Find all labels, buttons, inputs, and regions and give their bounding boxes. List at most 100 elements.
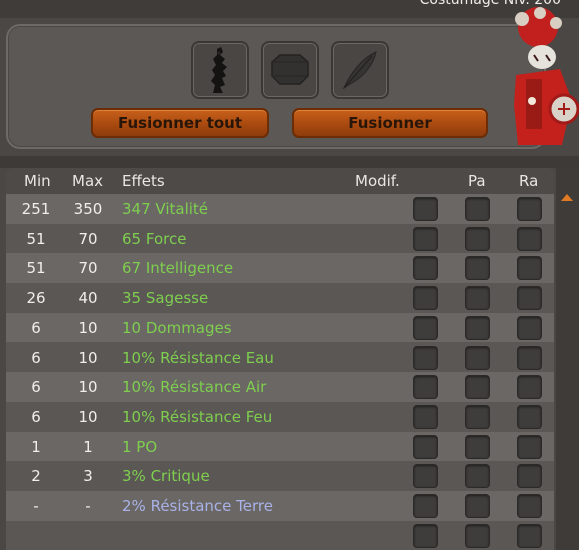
cell-max: 10	[78, 378, 98, 397]
rune-slot-1[interactable]	[191, 41, 249, 99]
modif-checkbox[interactable]	[413, 404, 438, 429]
ra-checkbox[interactable]	[517, 404, 542, 429]
modif-checkbox[interactable]	[413, 523, 438, 548]
modif-checkbox[interactable]	[413, 256, 438, 281]
modif-checkbox[interactable]	[413, 197, 438, 221]
modif-checkbox[interactable]	[413, 315, 438, 340]
ra-checkbox[interactable]	[517, 226, 542, 251]
modif-checkbox[interactable]	[413, 226, 438, 251]
section-divider	[0, 156, 579, 168]
cell-effect: 10% Résistance Eau	[122, 348, 274, 367]
ra-checkbox[interactable]	[517, 523, 542, 548]
fuse-all-button[interactable]: Fusionner tout	[91, 108, 269, 138]
cell-effect: 67 Intelligence	[122, 259, 234, 278]
effects-scrollbar[interactable]	[556, 168, 579, 550]
cell-max: 10	[78, 407, 98, 426]
cell-max: 1	[83, 437, 93, 456]
cell-effect: 1 PO	[122, 437, 158, 456]
table-row: 2 3 3% Critique	[6, 461, 554, 491]
cell-effect: 10% Résistance Air	[122, 378, 267, 397]
cell-min: 6	[31, 378, 41, 397]
cell-effect: 3% Critique	[122, 467, 210, 486]
header-min: Min	[24, 172, 51, 190]
stone-block-icon	[271, 54, 309, 85]
cell-max: 3	[83, 467, 93, 486]
table-header: Min Max Effets Modif. Pa Ra	[6, 168, 554, 194]
cell-min: 251	[21, 200, 51, 218]
cell-min: 26	[26, 289, 46, 308]
table-row: 26 40 35 Sagesse	[6, 283, 554, 313]
fuse-button[interactable]: Fusionner	[292, 108, 488, 138]
cell-max: 40	[78, 289, 98, 308]
cell-effect: 35 Sagesse	[122, 289, 209, 308]
cell-max: 10	[78, 348, 98, 367]
effects-table: Min Max Effets Modif. Pa Ra 251 350 347 Vi…	[6, 168, 554, 550]
cell-min: 1	[31, 437, 41, 456]
pa-checkbox[interactable]	[465, 286, 490, 311]
pa-checkbox[interactable]	[465, 226, 490, 251]
cell-min: 2	[31, 467, 41, 486]
cell-max: 70	[78, 259, 98, 278]
cell-effect: 65 Force	[122, 229, 187, 248]
ra-checkbox[interactable]	[517, 434, 542, 459]
ra-checkbox[interactable]	[517, 375, 542, 400]
pa-checkbox[interactable]	[465, 464, 490, 489]
pa-checkbox[interactable]	[465, 345, 490, 370]
fusion-panel: Fusionner tout Fusionner	[6, 24, 546, 149]
cell-effect: 347 Vitalité	[122, 200, 209, 218]
modif-checkbox[interactable]	[413, 286, 438, 311]
table-row	[6, 520, 554, 550]
modif-checkbox[interactable]	[413, 375, 438, 400]
ra-checkbox[interactable]	[517, 197, 542, 221]
cell-min: 6	[31, 348, 41, 367]
pa-checkbox[interactable]	[465, 315, 490, 340]
cell-effect: 10 Dommages	[122, 318, 232, 337]
cell-min: 6	[31, 318, 41, 337]
pa-checkbox[interactable]	[465, 523, 490, 548]
pa-checkbox[interactable]	[465, 256, 490, 281]
table-row: 51 70 65 Force	[6, 223, 554, 254]
character-portrait-icon	[514, 7, 579, 145]
modif-checkbox[interactable]	[413, 434, 438, 459]
ra-checkbox[interactable]	[517, 494, 542, 518]
ra-checkbox[interactable]	[517, 345, 542, 370]
rune-slot-3[interactable]	[331, 41, 389, 99]
cell-max: 350	[73, 200, 103, 218]
pa-checkbox[interactable]	[465, 494, 490, 518]
header-effects: Effets	[122, 172, 165, 190]
modif-checkbox[interactable]	[413, 464, 438, 489]
cell-max: 10	[78, 318, 98, 337]
ra-checkbox[interactable]	[517, 315, 542, 340]
modif-checkbox[interactable]	[413, 494, 438, 518]
pa-checkbox[interactable]	[465, 404, 490, 429]
table-row: - - 2% Résistance Terre	[6, 491, 554, 521]
table-row: 6 10 10% Résistance Air	[6, 372, 554, 402]
character-avatar	[500, 5, 579, 150]
ra-checkbox[interactable]	[517, 464, 542, 489]
pa-checkbox[interactable]	[465, 197, 490, 221]
cell-min: -	[33, 497, 39, 515]
header-pa: Pa	[468, 172, 486, 190]
cell-min: 51	[26, 259, 46, 278]
pa-checkbox[interactable]	[465, 434, 490, 459]
figure-silhouette-icon	[211, 47, 227, 93]
table-row: 51 70 67 Intelligence	[6, 253, 554, 284]
scroll-up-arrow-icon[interactable]	[561, 194, 573, 201]
top-strip: Costumage Niv. 200	[0, 0, 579, 18]
cell-effect: 2% Résistance Terre	[122, 497, 273, 515]
rune-slot-2[interactable]	[261, 41, 319, 99]
cell-effect: 10% Résistance Feu	[122, 407, 273, 426]
table-row: 1 1 1 PO	[6, 431, 554, 462]
table-row: 6 10 10 Dommages	[6, 312, 554, 343]
ra-checkbox[interactable]	[517, 286, 542, 311]
table-row: 251 350 347 Vitalité	[6, 194, 554, 224]
table-row: 6 10 10% Résistance Eau	[6, 342, 554, 373]
cell-max: -	[85, 497, 91, 515]
pa-checkbox[interactable]	[465, 375, 490, 400]
ra-checkbox[interactable]	[517, 256, 542, 281]
cell-min: 6	[31, 407, 41, 426]
cell-min: 51	[26, 229, 46, 248]
header-modif: Modif.	[355, 172, 400, 190]
modif-checkbox[interactable]	[413, 345, 438, 370]
table-row: 6 10 10% Résistance Feu	[6, 401, 554, 432]
